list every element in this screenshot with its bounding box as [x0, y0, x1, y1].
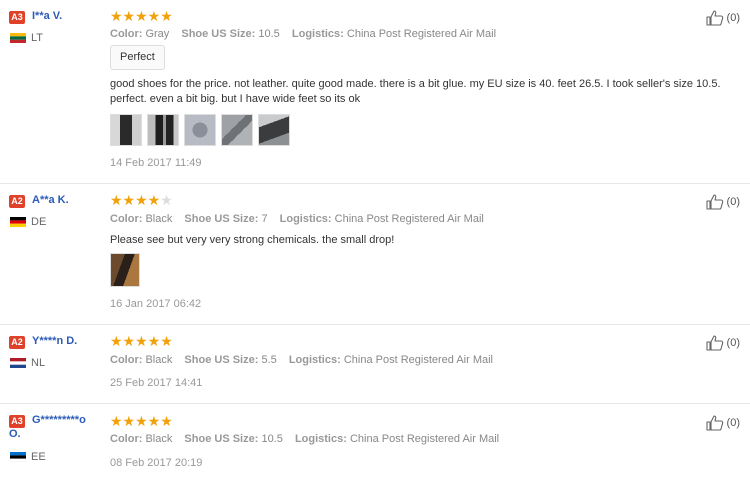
color-value: Black — [145, 433, 173, 445]
color-value: Black — [145, 354, 173, 366]
size-value: 10.5 — [258, 28, 280, 40]
reviewer-name[interactable]: G*********o O. — [9, 413, 89, 441]
reviewer-name[interactable]: A**a K. — [32, 194, 69, 206]
like-button[interactable]: (0) — [705, 194, 740, 210]
logistics-value: China Post Registered Air Mail — [343, 354, 494, 366]
review-date: 16 Jan 2017 06:42 — [110, 298, 202, 310]
reviewer-name[interactable]: Y****n D. — [32, 335, 77, 347]
review-photos — [110, 114, 290, 146]
review-item: A2 Y****n D. NL ★★★★★ Color: Black Shoe … — [0, 324, 750, 404]
logistics-value: China Post Registered Air Mail — [346, 28, 497, 40]
reviewer-country: LT — [31, 32, 44, 44]
reviewer-country: NL — [31, 357, 46, 369]
review-date: 25 Feb 2017 14:41 — [110, 377, 203, 389]
order-info: Color: Gray Shoe US Size: 10.5 Logistics… — [110, 28, 497, 40]
rating-stars: ★★★★★ — [110, 333, 173, 349]
size-value: 10.5 — [261, 433, 283, 445]
like-count: (0) — [726, 196, 740, 208]
thumbs-up-icon — [705, 10, 723, 26]
review-date: 14 Feb 2017 11:49 — [110, 157, 202, 169]
logistics-value: China Post Registered Air Mail — [334, 213, 484, 225]
review-tag: Perfect — [110, 45, 165, 70]
level-badge: A2 — [9, 336, 25, 349]
like-button[interactable]: (0) — [705, 10, 740, 26]
review-photos — [110, 253, 140, 287]
review-item: A2 A**a K. DE ★★★★★ Color: Black Shoe US… — [0, 183, 750, 325]
rating-stars: ★★★★★ — [110, 8, 173, 24]
rating-stars: ★★★★★ — [110, 192, 173, 208]
flag-ee-icon — [10, 452, 26, 462]
level-badge: A3 — [9, 11, 25, 24]
review-date: 08 Feb 2017 20:19 — [110, 457, 203, 469]
reviewer-country: EE — [31, 451, 46, 463]
logistics-value: China Post Registered Air Mail — [349, 433, 500, 445]
review-photo[interactable] — [110, 253, 140, 287]
review-photo[interactable] — [110, 114, 142, 146]
like-count: (0) — [726, 417, 740, 429]
review-text: Please see but very very strong chemical… — [110, 234, 395, 246]
review-text: good shoes for the price. not leather. q… — [110, 78, 721, 105]
flag-lt-icon — [10, 33, 26, 43]
like-count: (0) — [726, 12, 740, 24]
review-photo[interactable] — [221, 114, 253, 146]
like-button[interactable]: (0) — [705, 415, 740, 431]
flag-nl-icon — [10, 358, 26, 368]
reviewer-country: DE — [31, 216, 47, 228]
review-item: A3 I**a V. LT ★★★★★ Color: Gray Shoe US … — [0, 0, 750, 183]
review-photo[interactable] — [147, 114, 179, 146]
review-photo[interactable] — [258, 114, 290, 146]
review-photo[interactable] — [184, 114, 216, 146]
thumbs-up-icon — [705, 335, 723, 351]
order-info: Color: Black Shoe US Size: 7 Logistics: … — [110, 213, 484, 225]
size-value: 7 — [261, 213, 268, 225]
order-info: Color: Black Shoe US Size: 10.5 Logistic… — [110, 433, 500, 445]
level-badge: A2 — [9, 195, 25, 208]
like-button[interactable]: (0) — [705, 335, 740, 351]
size-value: 5.5 — [261, 354, 277, 366]
order-info: Color: Black Shoe US Size: 5.5 Logistics… — [110, 354, 494, 366]
reviewer-name[interactable]: I**a V. — [32, 10, 62, 22]
thumbs-up-icon — [705, 415, 723, 431]
color-value: Black — [145, 213, 173, 225]
flag-de-icon — [10, 217, 26, 227]
like-count: (0) — [726, 337, 740, 349]
thumbs-up-icon — [705, 194, 723, 210]
review-item: A3 G*********o O. EE ★★★★★ Color: Black … — [0, 403, 750, 480]
rating-stars: ★★★★★ — [110, 413, 173, 429]
color-value: Gray — [145, 28, 170, 40]
